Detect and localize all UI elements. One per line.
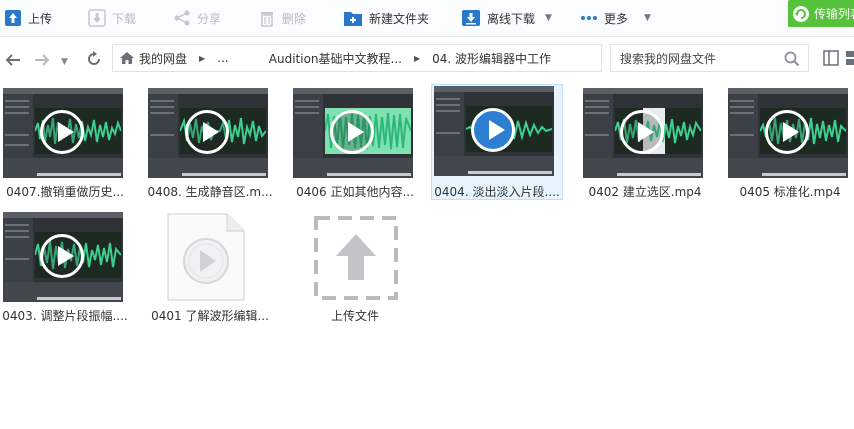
back-button[interactable] <box>4 50 22 70</box>
transfer-list-label: 传输列表 <box>813 7 854 21</box>
transfer-list-button[interactable]: 传输列表 <box>788 0 854 27</box>
share-icon <box>174 10 190 26</box>
chevron-down-icon: ▼ <box>545 13 552 23</box>
video-thumbnail <box>148 88 268 178</box>
more-label: 更多 <box>604 11 629 26</box>
video-thumbnail <box>434 86 554 176</box>
file-name: 0404. 淡出淡入片段.... <box>434 185 560 199</box>
file-name: 0408. 生成静音区.m... <box>147 185 273 199</box>
chevron-down-icon: ▼ <box>644 13 651 23</box>
breadcrumb-root[interactable]: 我的网盘 <box>119 50 187 67</box>
video-thumbnail <box>3 88 123 178</box>
file-name: 0405 标准化.mp4 <box>739 185 841 199</box>
video-thumbnail <box>583 88 703 178</box>
file-item[interactable]: 0402 建立选区.mp4 <box>580 86 712 202</box>
file-item[interactable]: 0405 标准化.mp4 <box>725 86 854 202</box>
arrow-right-icon <box>35 54 50 66</box>
video-thumbnail <box>3 212 123 302</box>
breadcrumb-ellipsis-label: ... <box>217 51 229 65</box>
search-input[interactable] <box>618 51 782 67</box>
refresh-icon <box>88 51 100 65</box>
grid-view-button[interactable] <box>846 50 854 69</box>
toolbar: 上传 下载 分享 删除 新建文件夹 离线下载 ▼ 更多 ▼ 传输列表 <box>0 0 854 37</box>
video-file-icon <box>167 213 245 301</box>
play-icon <box>620 110 664 154</box>
new-folder-button[interactable]: 新建文件夹 <box>343 0 429 36</box>
forward-button[interactable] <box>33 50 51 70</box>
upload-button[interactable]: 上传 <box>4 0 52 36</box>
file-item[interactable]: 0407.撤销重做历史... <box>0 86 132 202</box>
file-item[interactable]: 0408. 生成静音区.m... <box>145 86 277 202</box>
trash-icon <box>261 12 273 27</box>
breadcrumb-separator-icon: ▶ <box>413 53 421 63</box>
file-item[interactable]: 0403. 调整片段振幅.... <box>0 210 132 326</box>
breadcrumb-ellipsis[interactable]: ... <box>217 51 228 65</box>
download-icon <box>88 9 106 27</box>
layout-icon <box>823 50 839 66</box>
file-item[interactable]: 0401 了解波形编辑... <box>145 210 277 326</box>
breadcrumb-level1[interactable]: Audition基础中文教程... <box>269 50 402 67</box>
play-icon <box>185 110 229 154</box>
offline-download-label: 离线下载 <box>487 11 536 26</box>
grid-icon <box>846 51 854 65</box>
more-icon <box>581 16 597 20</box>
file-name: 0401 了解波形编辑... <box>151 309 269 323</box>
refresh-icon <box>792 5 809 22</box>
delete-label: 删除 <box>282 11 307 26</box>
file-name: 0402 建立选区.mp4 <box>588 185 702 199</box>
search-icon[interactable] <box>784 51 800 67</box>
refresh-button[interactable] <box>85 49 103 69</box>
play-icon <box>40 234 84 278</box>
file-name: 0407.撤销重做历史... <box>6 185 124 199</box>
breadcrumb-root-label: 我的网盘 <box>139 51 188 66</box>
breadcrumb-level1-label: Audition基础中文教程... <box>268 51 402 66</box>
more-button[interactable]: 更多 ▼ <box>580 0 651 36</box>
delete-button[interactable]: 删除 <box>258 0 306 36</box>
offline-download-button[interactable]: 离线下载 ▼ <box>461 0 552 36</box>
play-icon <box>471 108 515 152</box>
play-icon <box>330 110 374 154</box>
upload-file-label: 上传文件 <box>330 309 379 323</box>
upload-file-tile[interactable]: 上传文件 <box>290 210 422 326</box>
upload-arrow-icon <box>314 216 398 300</box>
file-item[interactable]: 0404. 淡出淡入片段.... <box>431 84 563 200</box>
chevron-down-icon: ▼ <box>61 57 68 67</box>
video-thumbnail <box>728 88 848 178</box>
arrow-left-icon <box>5 54 20 66</box>
share-label: 分享 <box>197 11 222 26</box>
breadcrumb-level2[interactable]: 04. 波形编辑器中工作 <box>432 50 551 67</box>
home-icon <box>120 52 134 64</box>
offline-download-icon <box>462 10 480 26</box>
play-icon <box>765 110 809 154</box>
file-name: 0403. 调整片段振幅.... <box>2 309 128 323</box>
upload-label: 上传 <box>28 11 53 26</box>
new-folder-label: 新建文件夹 <box>369 11 430 26</box>
search-box <box>610 44 809 72</box>
breadcrumb-level2-label: 04. 波形编辑器中工作 <box>432 51 552 66</box>
download-button[interactable]: 下载 <box>88 0 136 36</box>
file-name: 0406 正如其他内容... <box>296 185 414 199</box>
breadcrumb: 我的网盘 ▶ ... ▶ Audition基础中文教程... ▶ 04. 波形编… <box>112 44 602 72</box>
view-toggle-button[interactable] <box>823 50 839 69</box>
breadcrumb-separator-icon: ▶ <box>199 53 206 63</box>
download-label: 下载 <box>112 11 137 26</box>
upload-icon <box>5 10 21 26</box>
video-thumbnail <box>293 88 413 178</box>
share-button[interactable]: 分享 <box>173 0 221 36</box>
history-dropdown[interactable]: ▼ <box>61 52 68 72</box>
new-folder-icon <box>344 12 362 26</box>
file-item[interactable]: 0406 正如其他内容... <box>290 86 422 202</box>
play-icon <box>40 110 84 154</box>
